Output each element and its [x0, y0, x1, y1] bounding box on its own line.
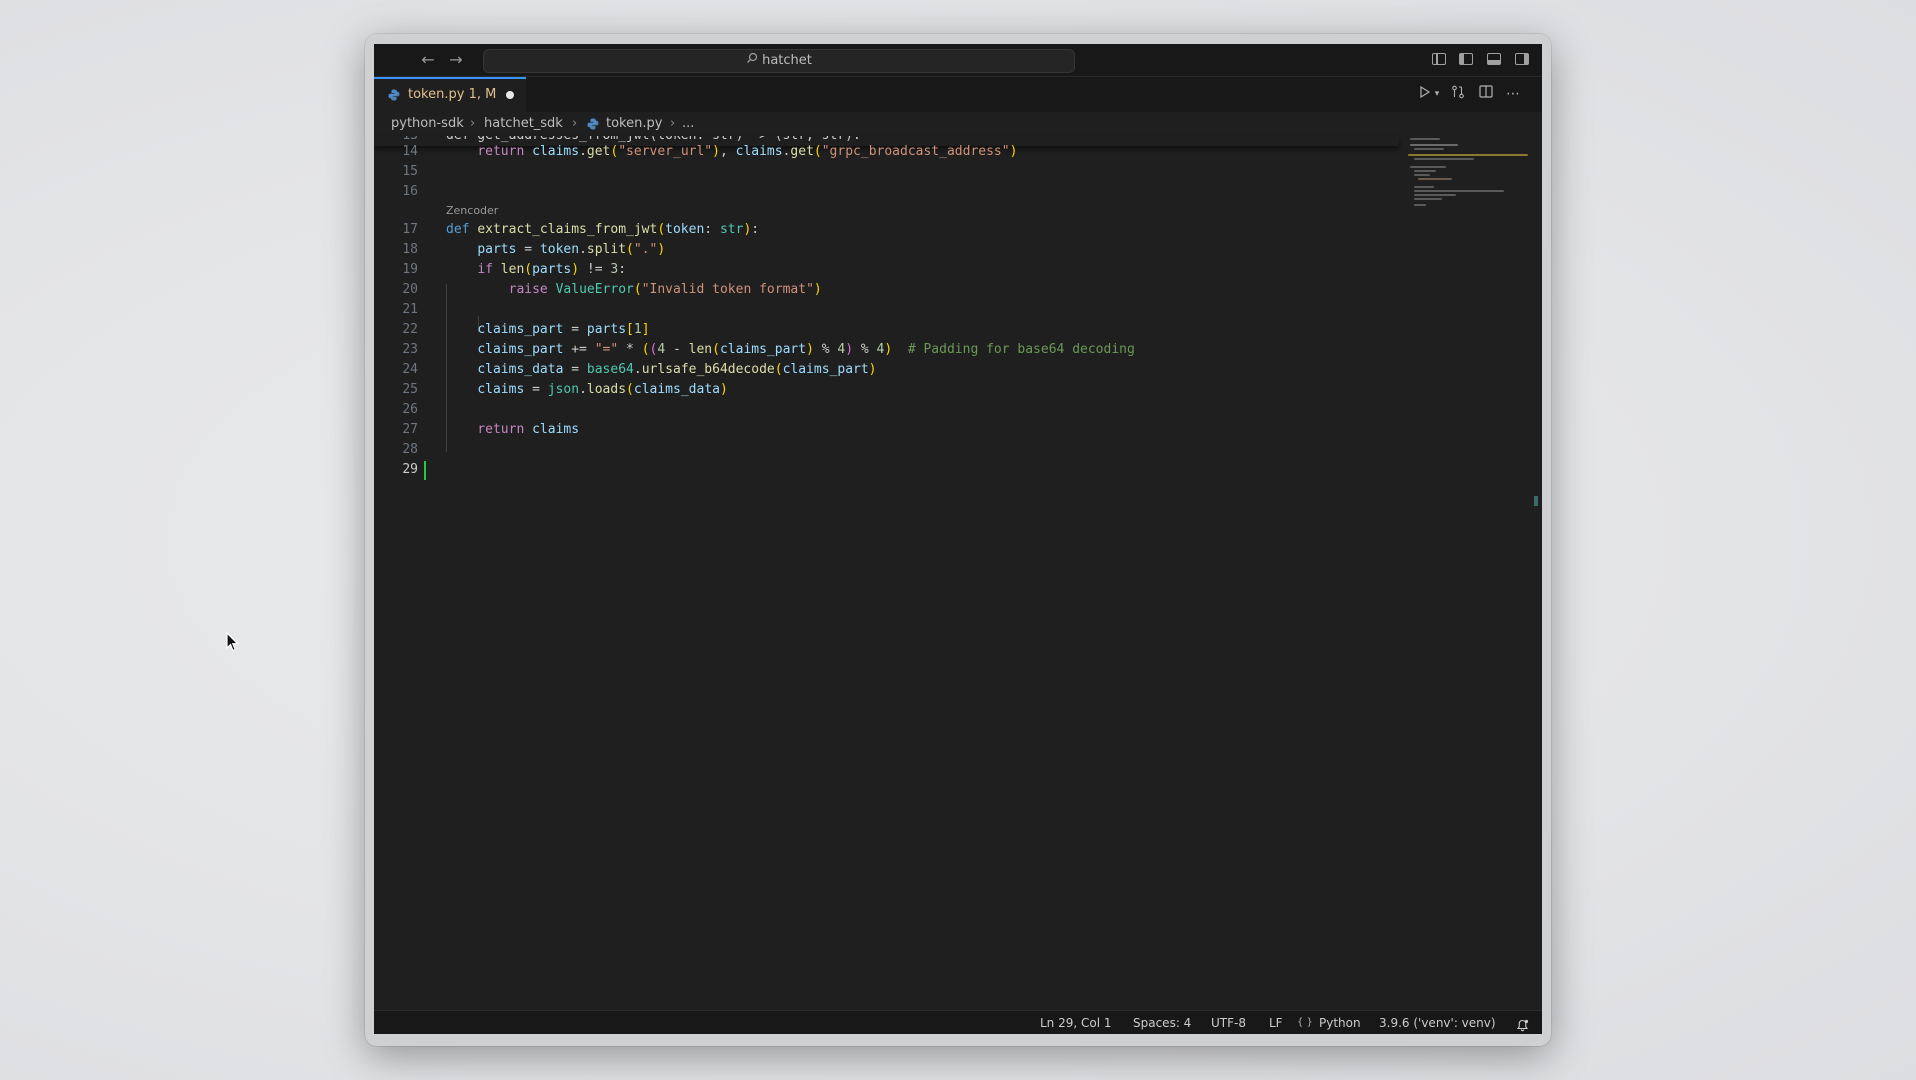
code-editor[interactable]: 13 def get_addresses_from_jwt(token: str… — [374, 136, 1399, 996]
tab-token-py[interactable]: token.py 1, M — [374, 77, 526, 112]
line-number: 28 — [402, 442, 418, 457]
breadcrumb-item-hatchet-sdk[interactable]: hatchet_sdk — [484, 112, 563, 136]
status-python-interpreter[interactable]: 3.9.6 ('venv': venv) — [1379, 1011, 1496, 1034]
tab-bar: token.py 1, M ▾ ⋯ — [374, 77, 1542, 112]
search-icon — [746, 50, 758, 72]
status-cursor-position[interactable]: Ln 29, Col 1 — [1040, 1011, 1112, 1034]
line-number: 14 — [402, 144, 418, 159]
line-number: 18 — [402, 242, 418, 257]
minimap-line — [1414, 174, 1430, 176]
codelens-zencoder[interactable]: Zencoder — [446, 204, 498, 217]
forward-arrow-icon[interactable]: → — [446, 50, 466, 70]
customize-layout-icon[interactable] — [1432, 53, 1446, 65]
code-line: claims_data = base64.urlsafe_b64decode(c… — [477, 362, 877, 377]
code-line: if len(parts) != 3: — [477, 262, 627, 277]
minimap[interactable] — [1406, 136, 1536, 216]
vscode-window: ← → hatchet token.py 1, M ▾ ⋯ python-sdk… — [374, 44, 1542, 1034]
line-number: 16 — [402, 184, 418, 199]
title-bar: ← → hatchet — [374, 44, 1542, 77]
breadcrumb-chevron-icon: › — [572, 116, 578, 131]
line-number: 20 — [402, 282, 418, 297]
breadcrumb: python-sdk › hatchet_sdk › token.py › ..… — [374, 112, 1542, 136]
minimap-line — [1414, 194, 1456, 196]
command-center-search[interactable]: hatchet — [483, 49, 1075, 73]
code-line: raise ValueError("Invalid token format") — [508, 282, 822, 297]
code-line: return claims.get("server_url"), claims.… — [477, 144, 1018, 159]
status-bar: Ln 29, Col 1 Spaces: 4 UTF-8 LF { } Pyth… — [374, 1010, 1542, 1034]
code-line: claims_part = parts[1] — [477, 322, 650, 337]
minimap-line — [1410, 138, 1440, 140]
minimap-line — [1414, 148, 1444, 150]
line-number: 15 — [402, 164, 418, 179]
toggle-panel-icon[interactable] — [1487, 53, 1501, 65]
line-number: 26 — [402, 402, 418, 417]
breadcrumb-item-symbols[interactable]: ... — [682, 112, 694, 136]
code-line: def extract_claims_from_jwt(token: str): — [446, 222, 760, 237]
code-line: parts = token.split(".") — [477, 242, 666, 257]
minimap-line — [1414, 190, 1504, 192]
tab-label: token.py 1, M — [408, 87, 497, 102]
toggle-secondary-sidebar-icon[interactable] — [1515, 53, 1529, 65]
line-number-active: 29 — [402, 462, 418, 477]
line-number: 24 — [402, 362, 418, 377]
minimap-line — [1414, 170, 1436, 172]
unsaved-dot-icon[interactable] — [506, 91, 514, 99]
line-number: 25 — [402, 382, 418, 397]
more-actions-icon[interactable]: ⋯ — [1504, 85, 1522, 103]
code-line: claims = json.loads(claims_data) — [477, 382, 728, 397]
line-number: 27 — [402, 422, 418, 437]
minimap-line — [1410, 166, 1446, 168]
minimap-line — [1414, 204, 1426, 206]
minimap-line — [1418, 178, 1452, 180]
minimap-line — [1414, 158, 1474, 160]
status-encoding[interactable]: UTF-8 — [1211, 1011, 1246, 1034]
toggle-primary-sidebar-icon[interactable] — [1459, 53, 1473, 65]
breadcrumb-item-token-py[interactable]: token.py — [606, 112, 662, 136]
python-file-icon — [587, 118, 599, 130]
notifications-bell-icon[interactable] — [1516, 1016, 1529, 1034]
minimap-line — [1410, 144, 1458, 146]
breadcrumb-chevron-icon: › — [470, 116, 476, 131]
open-changes-icon[interactable] — [1449, 85, 1467, 103]
line-number: 17 — [402, 222, 418, 237]
scrollbar-cursor-marker — [1534, 496, 1538, 506]
minimap-highlight — [1408, 154, 1528, 156]
text-cursor — [424, 461, 426, 480]
language-braces-icon: { } — [1297, 1017, 1313, 1028]
code-line: claims_part += "=" * ((4 - len(claims_pa… — [477, 342, 1135, 357]
line-number: 22 — [402, 322, 418, 337]
minimap-line — [1414, 198, 1442, 200]
tab-badge: 1, M — [468, 87, 497, 102]
line-number: 19 — [402, 262, 418, 277]
breadcrumb-item-python-sdk[interactable]: python-sdk — [391, 112, 464, 136]
line-number: 23 — [402, 342, 418, 357]
breadcrumb-chevron-icon: › — [670, 116, 676, 131]
mouse-pointer-icon — [226, 632, 239, 652]
command-center-text: hatchet — [762, 53, 812, 68]
status-indentation[interactable]: Spaces: 4 — [1133, 1011, 1191, 1034]
python-file-icon — [388, 89, 400, 101]
run-dropdown-chevron-icon[interactable]: ▾ — [1428, 85, 1446, 103]
status-language-mode[interactable]: Python — [1319, 1011, 1361, 1034]
line-number: 21 — [402, 302, 418, 317]
back-arrow-icon[interactable]: ← — [418, 50, 438, 70]
split-editor-icon[interactable] — [1477, 85, 1495, 103]
code-line: return claims — [477, 422, 580, 437]
minimap-line — [1414, 186, 1434, 188]
status-eol[interactable]: LF — [1269, 1011, 1283, 1034]
